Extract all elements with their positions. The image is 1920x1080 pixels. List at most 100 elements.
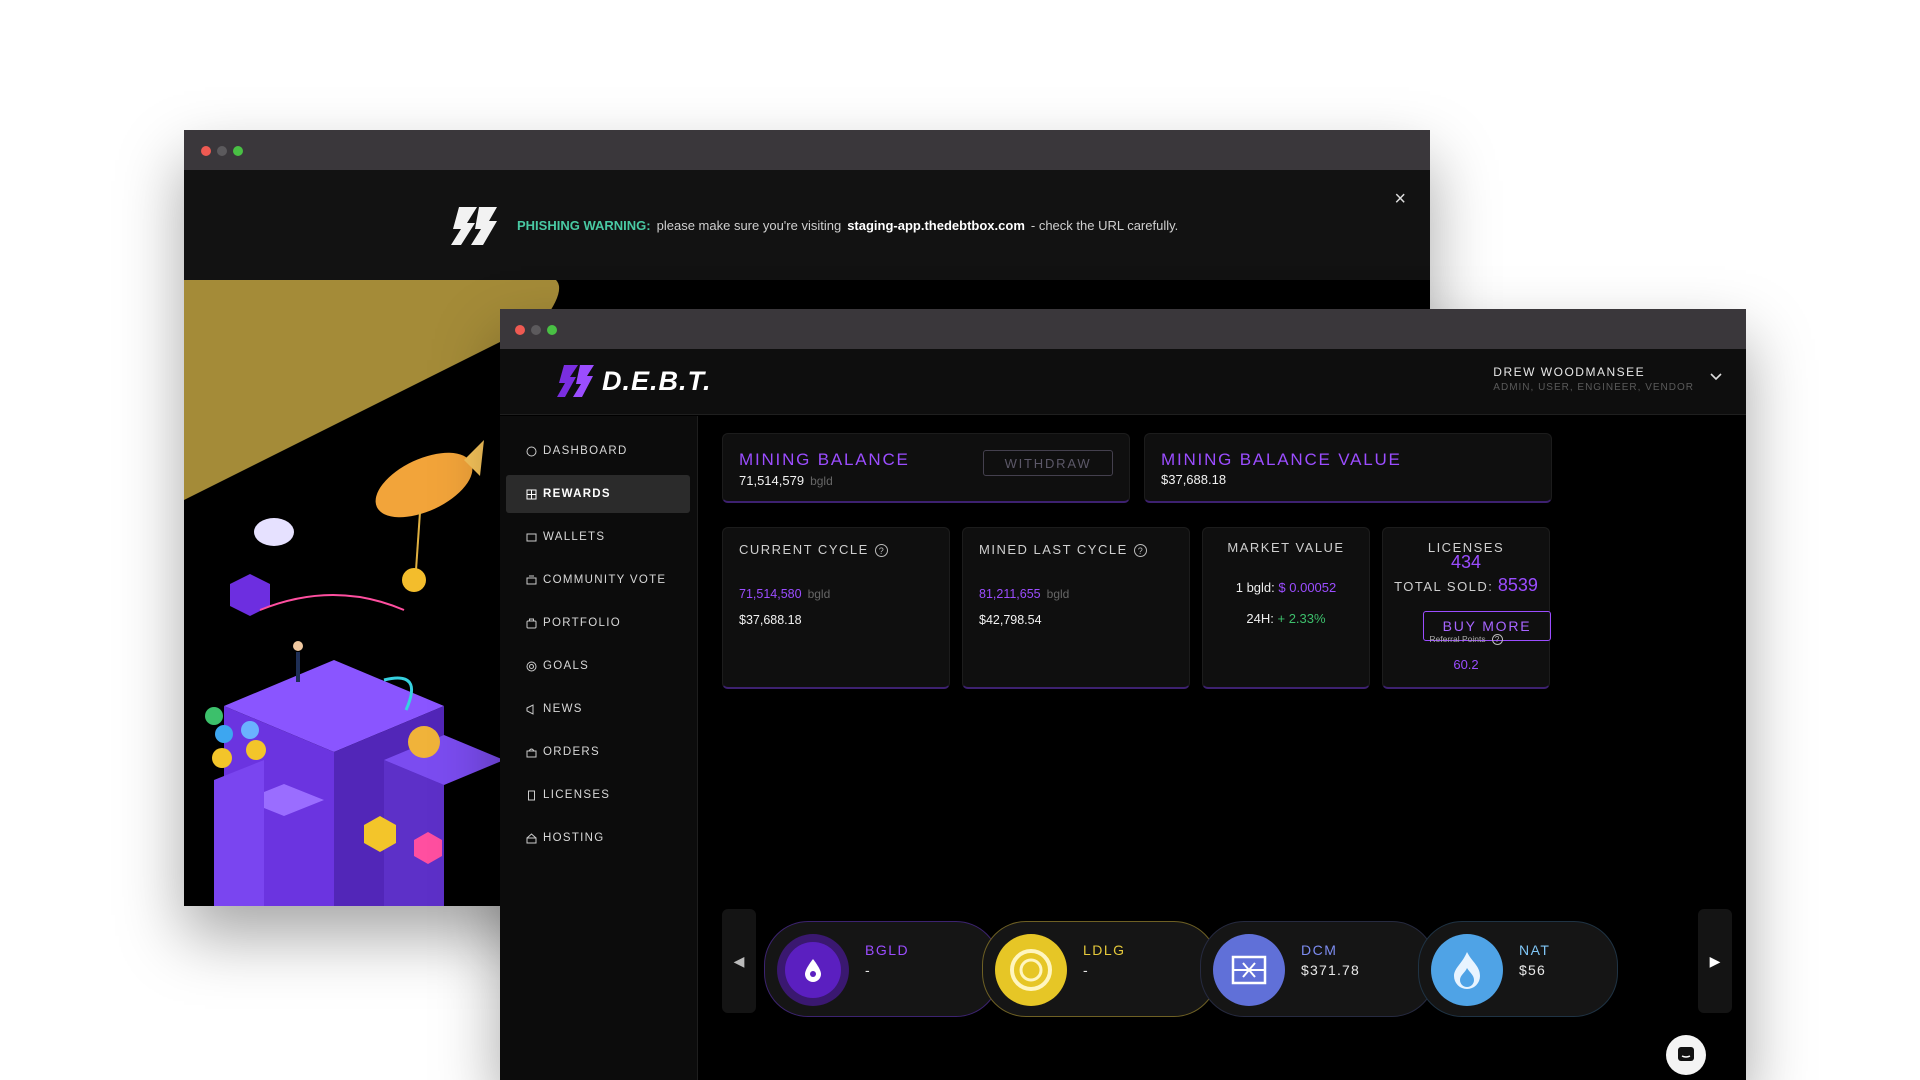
- chat-support-button[interactable]: [1666, 1035, 1706, 1075]
- minimize-window-dot[interactable]: [217, 146, 227, 156]
- mining-balance-value-card: MINING BALANCE VALUE $37,688.18: [1144, 433, 1552, 503]
- licenses-card: LICENSES 434 TOTAL SOLD: 8539 BUY MORE R…: [1382, 527, 1551, 689]
- mined-last-cycle-value: $42,798.54: [979, 613, 1042, 627]
- mined-last-cycle-amount-row: 81,211,655 bgld: [979, 585, 1069, 603]
- referral-points-row: Referral Points?: [1383, 634, 1549, 646]
- sidebar-item-hosting[interactable]: HOSTING: [506, 819, 690, 857]
- referral-points-value: 60.2: [1453, 657, 1479, 672]
- token-name: BGLD: [865, 942, 910, 958]
- market-value-card: MARKET VALUE 1 bgld: $ 0.00052 24H: + 2.…: [1202, 527, 1370, 689]
- token-carousel: ◀ BGLD - LDLG - DCM $371.78 NAT $56 ▶: [722, 909, 1732, 1017]
- current-cycle-title-row: CURRENT CYCLE?: [739, 542, 888, 558]
- token-card-dcm[interactable]: DCM $371.78: [1200, 921, 1436, 1017]
- sidebar-item-portfolio[interactable]: PORTFOLIO: [506, 604, 690, 642]
- chevron-right-icon: ▶: [1709, 952, 1721, 969]
- sidebar-item-label: DASHBOARD: [543, 445, 628, 457]
- licenses-total-sold-label: TOTAL SOLD:: [1394, 579, 1494, 594]
- licenses-total-sold: 8539: [1497, 575, 1538, 595]
- sidebar-item-goals[interactable]: GOALS: [506, 647, 690, 685]
- debt-logo-icon: [451, 207, 497, 245]
- current-cycle-value: $37,688.18: [739, 613, 802, 627]
- orders-icon: [526, 747, 537, 758]
- carousel-prev-button[interactable]: ◀: [722, 909, 756, 1013]
- maximize-window-dot[interactable]: [547, 325, 557, 335]
- token-card-ldlg[interactable]: LDLG -: [982, 921, 1218, 1017]
- help-icon[interactable]: ?: [874, 544, 888, 558]
- current-cycle-card: CURRENT CYCLE? 71,514,580 bgld $37,688.18: [722, 527, 950, 689]
- sidebar-item-label: PORTFOLIO: [543, 617, 621, 629]
- sidebar-item-label: COMMUNITY VOTE: [543, 574, 667, 586]
- close-icon[interactable]: ×: [1394, 188, 1406, 211]
- hosting-icon: [526, 832, 537, 844]
- sidebar-item-orders[interactable]: ORDERS: [506, 733, 690, 771]
- warning-text-after: - check the URL carefully.: [1030, 218, 1179, 233]
- market-value-price-row: 1 bgld: $ 0.00052: [1203, 580, 1369, 595]
- warning-url[interactable]: staging-app.thedebtbox.com: [847, 218, 1025, 233]
- market-value-title: MARKET VALUE: [1227, 540, 1345, 555]
- token-value: -: [1083, 962, 1089, 978]
- market-value-price-label: 1 bgld:: [1235, 580, 1275, 595]
- token-value: -: [865, 962, 871, 978]
- mining-balance-value-title: MINING BALANCE VALUE: [1161, 450, 1402, 469]
- token-card-bgld[interactable]: BGLD -: [764, 921, 1000, 1017]
- goals-icon: [526, 661, 537, 672]
- token-value: $371.78: [1301, 962, 1361, 978]
- sidebar-item-wallets[interactable]: WALLETS: [506, 518, 690, 556]
- carousel-next-button[interactable]: ▶: [1698, 909, 1732, 1013]
- token-name: LDLG: [1083, 942, 1126, 958]
- sidebar-item-community-vote[interactable]: COMMUNITY VOTE: [506, 561, 690, 599]
- drop-icon: [785, 942, 841, 998]
- brand-name: D.E.B.T.: [602, 365, 712, 396]
- sidebar-item-label: HOSTING: [543, 832, 605, 844]
- maximize-window-dot[interactable]: [233, 146, 243, 156]
- sidebar-item-rewards[interactable]: REWARDS: [506, 475, 690, 513]
- withdraw-button[interactable]: WITHDRAW: [983, 450, 1113, 476]
- help-icon[interactable]: ?: [1133, 544, 1147, 558]
- coin-icon: [995, 934, 1067, 1006]
- current-cycle-amount-row: 71,514,580 bgld: [739, 585, 830, 603]
- current-cycle-unit: bgld: [807, 587, 831, 601]
- phishing-warning-text: PHISHING WARNING: please make sure you're…: [517, 218, 1178, 233]
- chat-icon: [1678, 1047, 1694, 1061]
- sidebar-item-dashboard[interactable]: DASHBOARD: [506, 432, 690, 470]
- user-name: DREW WOODMANSEE: [1493, 365, 1646, 379]
- window-titlebar: [500, 309, 1746, 349]
- sidebar-item-label: WALLETS: [543, 531, 606, 543]
- mine-icon: [1213, 934, 1285, 1006]
- mining-balance-value-amount: $37,688.18: [1161, 472, 1227, 487]
- app-browser-window: D.E.B.T. DREW WOODMANSEE ADMIN, USER, EN…: [500, 309, 1746, 1080]
- user-menu[interactable]: DREW WOODMANSEE ADMIN, USER, ENGINEER, V…: [1493, 365, 1694, 393]
- warning-label: PHISHING WARNING:: [517, 218, 651, 233]
- token-card-nat[interactable]: NAT $56: [1418, 921, 1618, 1017]
- licenses-total-sold-row: TOTAL SOLD: 8539: [1383, 575, 1549, 596]
- close-window-dot[interactable]: [201, 146, 211, 156]
- brand-logo[interactable]: D.E.B.T.: [556, 363, 712, 399]
- sidebar-item-label: ORDERS: [543, 746, 601, 758]
- mining-balance-card: MINING BALANCE 71,514,579 bgld WITHDRAW: [722, 433, 1130, 503]
- close-window-dot[interactable]: [515, 325, 525, 335]
- sidebar-item-news[interactable]: NEWS: [506, 690, 690, 728]
- portfolio-icon: [526, 618, 537, 629]
- user-roles: ADMIN, USER, ENGINEER, VENDOR: [1493, 382, 1694, 393]
- dashboard-icon: [526, 446, 537, 457]
- help-icon[interactable]: ?: [1491, 634, 1503, 646]
- sidebar-nav: DASHBOARD REWARDS WALLETS COMMUNITY VOTE…: [500, 416, 698, 1080]
- licenses-icon: [526, 790, 537, 801]
- sidebar-item-label: GOALS: [543, 660, 590, 672]
- market-value-change: + 2.33%: [1277, 611, 1326, 626]
- app-header: D.E.B.T. DREW WOODMANSEE ADMIN, USER, EN…: [500, 349, 1746, 415]
- current-cycle-title: CURRENT CYCLE: [739, 542, 869, 557]
- chevron-down-icon[interactable]: [1710, 373, 1722, 381]
- news-icon: [526, 703, 537, 715]
- phishing-warning-bar: PHISHING WARNING: please make sure you're…: [184, 170, 1430, 280]
- market-value-change-label: 24H:: [1246, 611, 1274, 626]
- mining-balance-amount: 71,514,579: [739, 473, 805, 488]
- minimize-window-dot[interactable]: [531, 325, 541, 335]
- mined-last-cycle-unit: bgld: [1046, 587, 1070, 601]
- token-name: DCM: [1301, 942, 1338, 958]
- mining-balance-title: MINING BALANCE: [739, 450, 910, 469]
- sidebar-item-licenses[interactable]: LICENSES: [506, 776, 690, 814]
- mining-balance-unit: bgld: [810, 474, 833, 488]
- mined-last-cycle-card: MINED LAST CYCLE? 81,211,655 bgld $42,798…: [962, 527, 1190, 689]
- rewards-icon: [526, 489, 537, 500]
